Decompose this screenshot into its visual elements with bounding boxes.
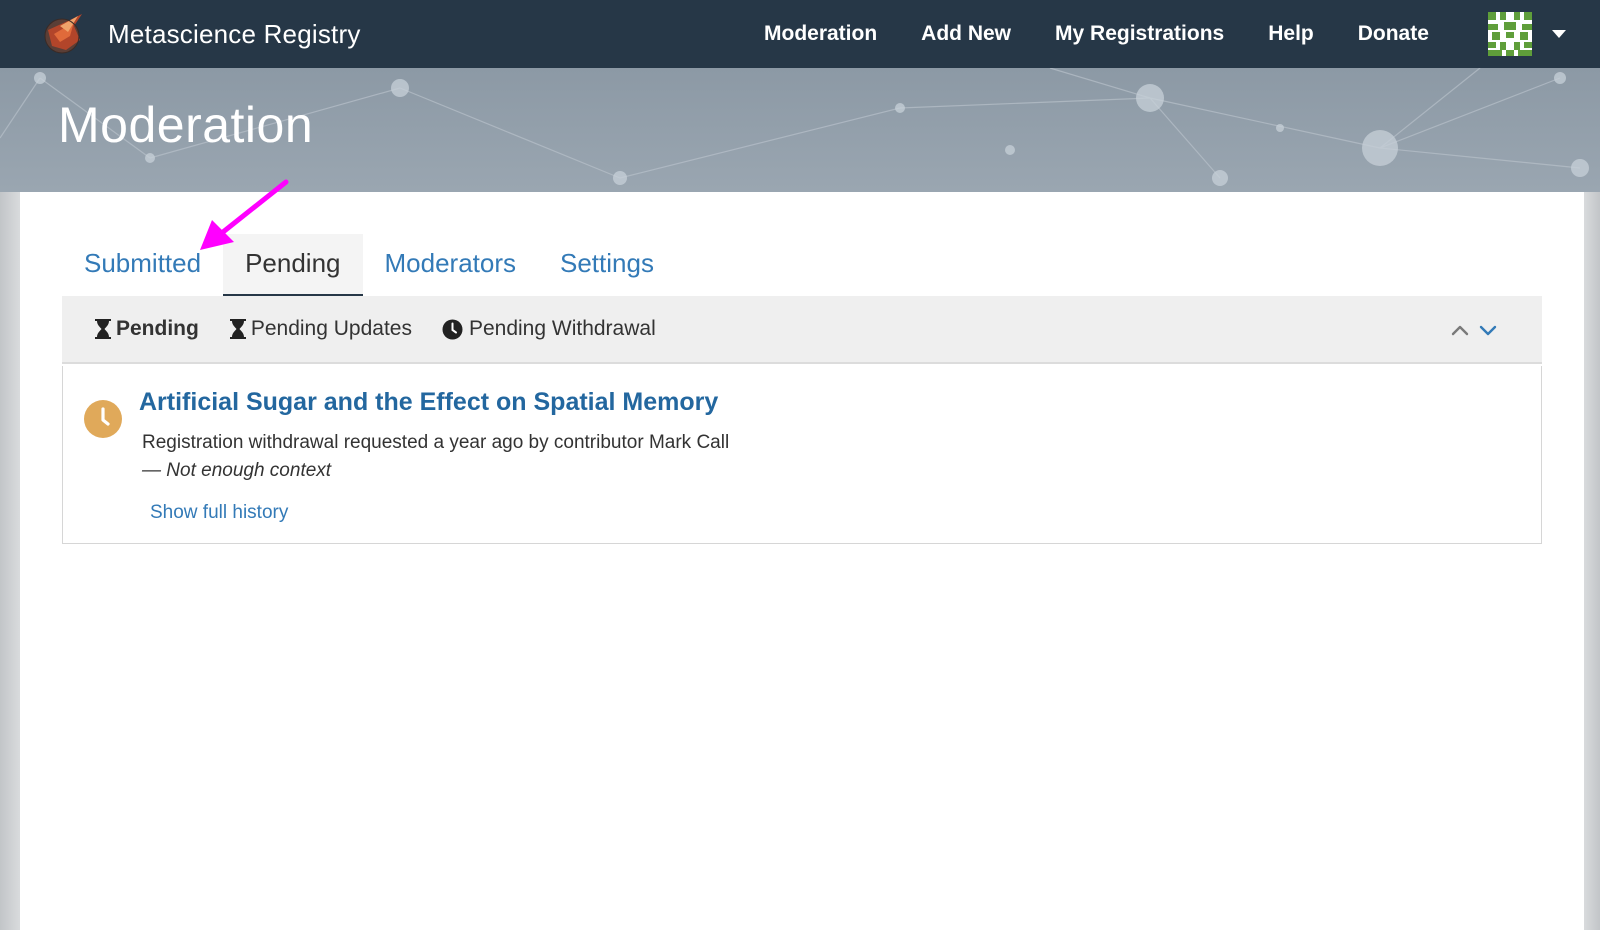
withdrawal-reason: — Not enough context [142, 460, 332, 481]
filter-pending-withdrawal[interactable]: Pending Withdrawal [442, 317, 656, 341]
registration-card: Artificial Sugar and the Effect on Spati… [62, 366, 1542, 544]
chevron-down-icon[interactable] [1478, 320, 1498, 340]
filter-label: Pending Updates [250, 317, 412, 340]
page-gutter-right [1584, 192, 1600, 930]
filter-pending-updates[interactable]: Pending Updates [229, 317, 412, 341]
tab-moderators[interactable]: Moderators [363, 234, 539, 296]
registration-title-link[interactable]: Artificial Sugar and the Effect on Spati… [139, 388, 718, 417]
caret-down-icon [1552, 30, 1566, 38]
moderation-tabs: Submitted Pending Moderators Settings [62, 234, 676, 296]
sort-controls [1442, 320, 1498, 340]
avatar [1488, 12, 1532, 56]
registration-status-text: Registration withdrawal requested a year… [142, 432, 730, 453]
page-header-banner: Moderation [0, 68, 1600, 192]
nav-my-registrations[interactable]: My Registrations [1055, 22, 1224, 46]
moderation-panel: Submitted Pending Moderators Settings Pe… [20, 192, 1584, 930]
main-nav: Moderation Add New My Registrations Help… [764, 0, 1429, 68]
hourglass-icon [95, 319, 111, 339]
top-navbar: Metascience Registry Moderation Add New … [0, 0, 1600, 68]
metascience-logo-icon [44, 14, 82, 54]
filter-label: Pending [116, 317, 199, 340]
hourglass-icon [229, 319, 246, 339]
nav-moderation[interactable]: Moderation [764, 22, 877, 46]
brand-link[interactable]: Metascience Registry [40, 10, 361, 58]
annotation-arrow-icon [200, 179, 289, 250]
filter-pending[interactable]: Pending [94, 317, 199, 341]
status-filter-bar: Pending Pending Updates Pending Withdraw… [62, 296, 1542, 364]
clock-icon [442, 319, 463, 339]
clock-icon [84, 400, 122, 438]
nav-add-new[interactable]: Add New [921, 22, 1011, 46]
nav-donate[interactable]: Donate [1358, 22, 1429, 46]
tab-settings[interactable]: Settings [538, 234, 676, 296]
page-title: Moderation [58, 97, 314, 153]
nav-help[interactable]: Help [1268, 22, 1314, 46]
chevron-up-icon[interactable] [1450, 320, 1470, 340]
app-name: Metascience Registry [108, 18, 361, 49]
show-full-history-link[interactable]: Show full history [150, 502, 288, 524]
page-gutter-left [0, 192, 20, 930]
filter-label: Pending Withdrawal [468, 317, 656, 340]
user-menu-toggle[interactable] [1488, 12, 1566, 56]
